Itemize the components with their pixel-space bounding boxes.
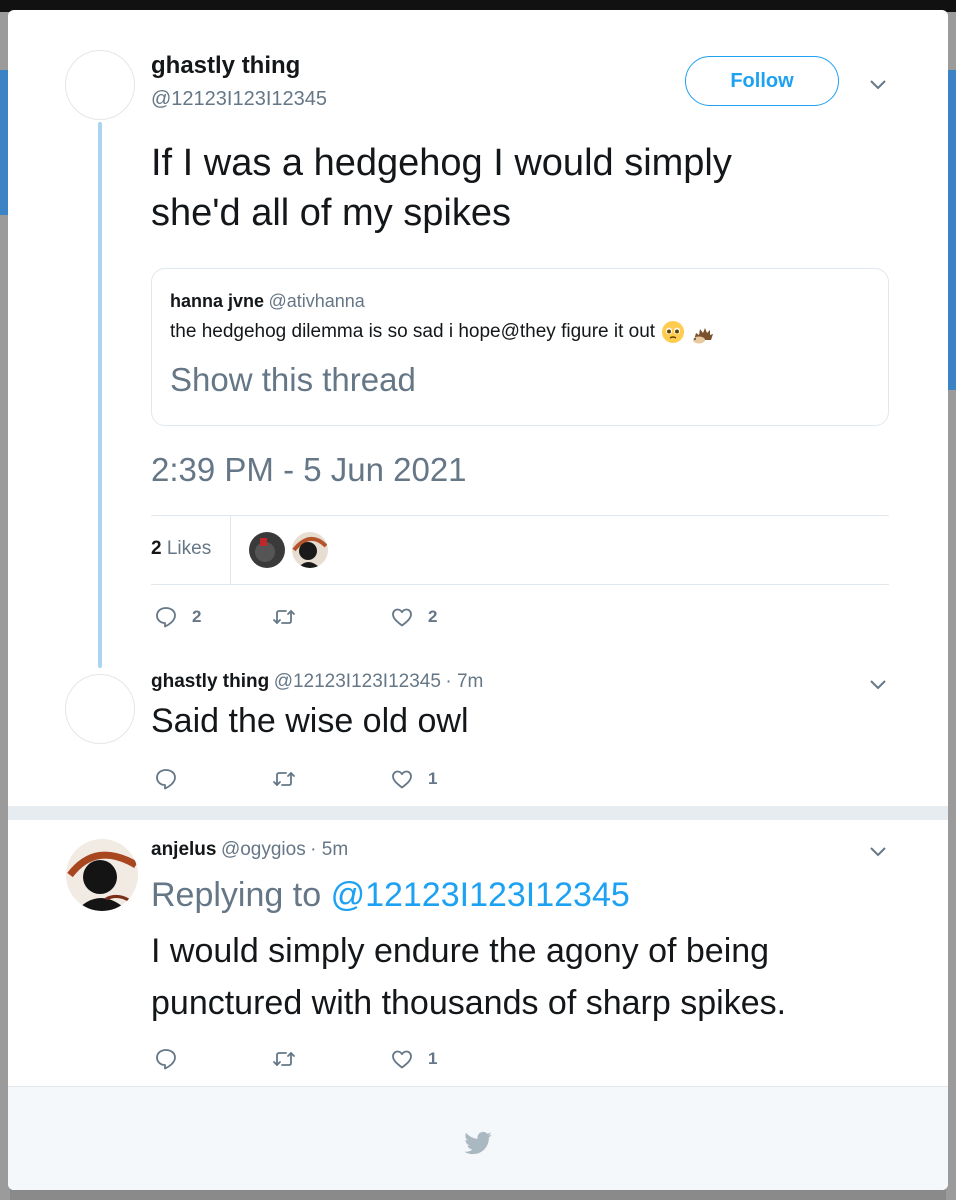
- tweet-text-line-2: she'd all of my spikes: [151, 192, 511, 234]
- replying-to: Replying to @12123I123I12345: [151, 876, 630, 915]
- likes-label: Likes: [166, 538, 212, 559]
- replying-to-handle-link[interactable]: @12123I123I12345: [331, 876, 630, 914]
- divider: [230, 516, 231, 584]
- reply-author-avatar[interactable]: [66, 839, 138, 911]
- liker-avatar-1[interactable]: [249, 532, 285, 568]
- tweet-modal: ghastly thing @12123I123I12345 Follow If…: [8, 10, 948, 1190]
- divider: [151, 515, 889, 516]
- background-header-left: [0, 70, 8, 215]
- reply-icon: [156, 1049, 176, 1070]
- quoted-author-handle: @ativhanna: [268, 291, 365, 311]
- retweet-icon: [273, 1052, 295, 1066]
- retweet-icon: [273, 610, 295, 624]
- quoted-tweet-text-row: the hedgehog dilemma is so sad i hope@th…: [170, 319, 717, 345]
- replies-separator: [8, 806, 948, 820]
- reply-action[interactable]: 2: [154, 605, 201, 629]
- reply-author-handle[interactable]: @ogygios: [221, 839, 306, 860]
- tweet-text-line-1: If I was a hedgehog I would simply: [151, 142, 732, 184]
- thread-reply-avatar[interactable]: [65, 674, 135, 744]
- tweet-timestamp[interactable]: 2:39 PM - 5 Jun 2021: [151, 451, 467, 489]
- thread-reply-author-handle[interactable]: @12123I123I12345: [274, 671, 441, 692]
- chevron-down-icon[interactable]: [868, 678, 888, 692]
- likes-count-link[interactable]: 2 Likes: [151, 538, 211, 560]
- reply-time[interactable]: · 5m: [310, 839, 348, 860]
- like-count: 2: [428, 607, 438, 626]
- heart-icon: [392, 608, 412, 627]
- reply-meta: anjelus @ogygios · 5m: [151, 839, 348, 861]
- thread-reply-time[interactable]: · 7m: [445, 671, 483, 692]
- quoted-tweet-card[interactable]: hanna jvne @ativhanna the hedgehog dilem…: [151, 268, 889, 426]
- reply-count: 2: [192, 607, 202, 626]
- author-avatar[interactable]: [65, 50, 135, 120]
- thread-reply-text: Said the wise old owl: [151, 702, 469, 740]
- like-count: 1: [428, 769, 438, 788]
- heart-icon: [392, 1050, 412, 1069]
- like-count: 1: [428, 1049, 438, 1068]
- liker-avatar-2[interactable]: [292, 532, 328, 568]
- reply-icon: [156, 769, 176, 790]
- author-name[interactable]: ghastly thing: [151, 52, 300, 80]
- hedgehog-emoji: [693, 328, 714, 344]
- heart-icon: [392, 770, 412, 789]
- show-this-thread-link[interactable]: Show this thread: [170, 361, 416, 399]
- reply-author-name[interactable]: anjelus: [151, 839, 216, 860]
- reply-action[interactable]: [154, 1047, 192, 1071]
- chevron-down-icon[interactable]: [868, 78, 888, 92]
- replying-to-prefix: Replying to: [151, 876, 322, 914]
- quoted-tweet-author[interactable]: hanna jvne @ativhanna: [170, 291, 365, 312]
- pleading-face-emoji: [662, 321, 685, 343]
- reply-text-line-2: punctured with thousands of sharp spikes…: [151, 984, 787, 1022]
- reply-text-line-1: I would simply endure the agony of being: [151, 932, 770, 970]
- follow-button[interactable]: Follow: [685, 56, 839, 106]
- divider: [151, 584, 889, 585]
- like-action[interactable]: 1: [390, 767, 437, 791]
- thread-reply-author-name[interactable]: ghastly thing: [151, 671, 269, 692]
- reply-action[interactable]: [154, 767, 192, 791]
- like-action[interactable]: 1: [390, 1047, 437, 1071]
- thread-connector-line: [98, 122, 102, 668]
- retweet-icon: [273, 772, 295, 786]
- modal-footer: [8, 1086, 948, 1190]
- reply-icon: [156, 607, 176, 628]
- retweet-action[interactable]: [272, 1047, 310, 1071]
- chevron-down-icon[interactable]: [868, 845, 888, 859]
- likes-count: 2: [151, 538, 162, 559]
- quoted-author-name: hanna jvne: [170, 291, 265, 311]
- quoted-tweet-text: the hedgehog dilemma is so sad i hope@th…: [170, 321, 656, 342]
- like-action[interactable]: 2: [390, 605, 437, 629]
- author-handle[interactable]: @12123I123I12345: [151, 88, 327, 111]
- twitter-bird-icon: [464, 1131, 492, 1155]
- thread-reply-meta: ghastly thing @12123I123I12345 · 7m: [151, 671, 483, 693]
- retweet-action[interactable]: [272, 767, 310, 791]
- retweet-action[interactable]: [272, 605, 310, 629]
